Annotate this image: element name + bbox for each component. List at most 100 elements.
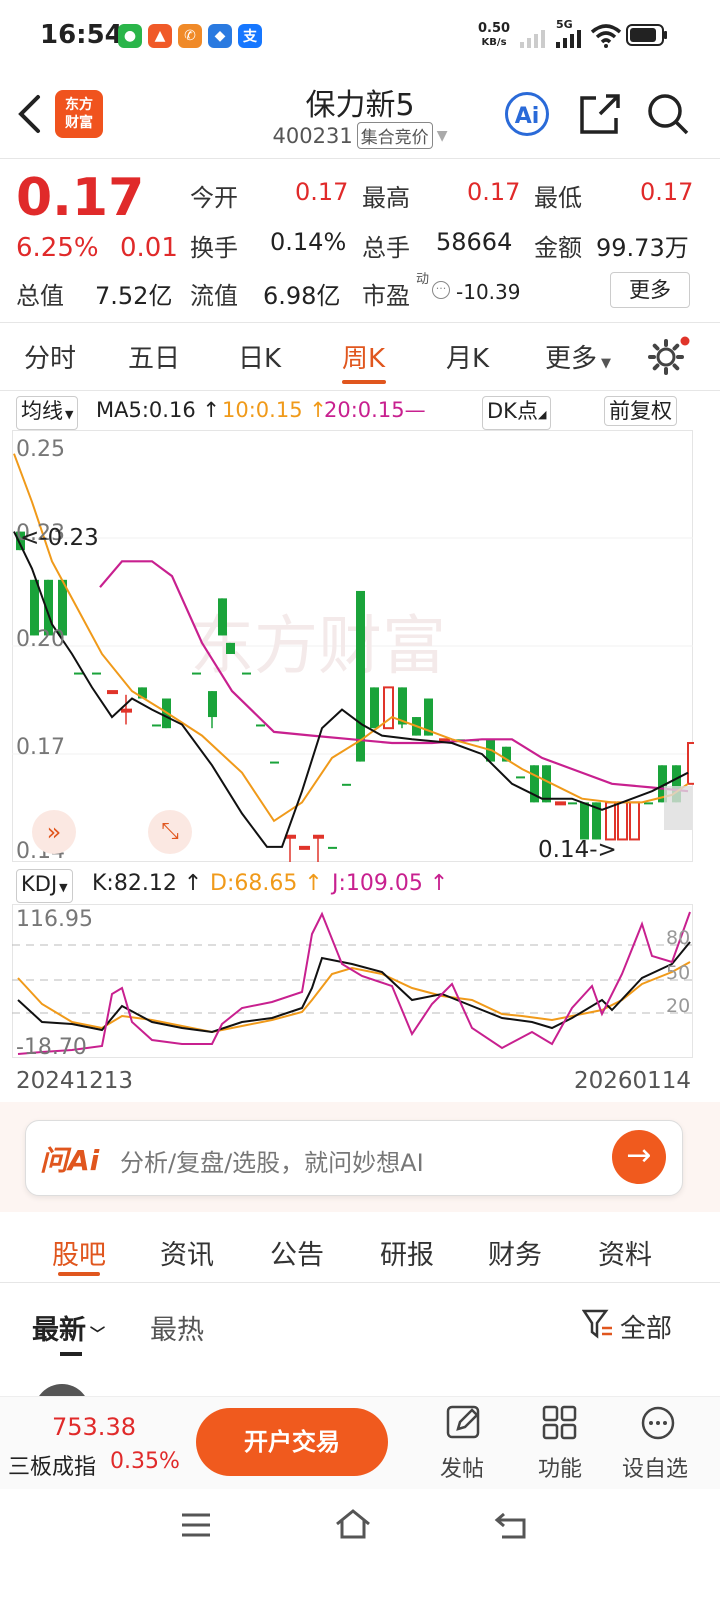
index-change: 0.35% <box>110 1449 180 1474</box>
ma5-value: MA5:0.16 ↑ <box>96 398 220 422</box>
network-speed: 0.50 KB/s <box>478 21 511 49</box>
low-label: 最低 <box>534 184 582 212</box>
candle <box>617 801 628 841</box>
eastmoney-logo[interactable]: 东方 财富 <box>55 90 103 138</box>
battery-icon <box>626 24 667 46</box>
trade-toolbar: 753.38 三板成指 0.35% 开户交易 发帖 功能 设自选 <box>0 1396 720 1489</box>
ai-send-arrow-icon[interactable]: → <box>612 1130 666 1184</box>
alipay-icon: 支 <box>238 24 262 48</box>
kdj-j-value: J:109.05 ↑ <box>332 871 449 896</box>
auction-tag: 集合竞价 <box>356 122 433 149</box>
wifi-icon <box>590 24 622 48</box>
filter-all[interactable]: 全部 <box>620 1308 672 1345</box>
fullscreen-icon[interactable]: ⤡ <box>148 810 192 854</box>
candle <box>342 783 351 786</box>
settings-gear-icon[interactable] <box>646 336 690 376</box>
kdj-j-line <box>17 911 691 1055</box>
dropdown-caret-icon: ▼ <box>59 881 68 894</box>
kdj-label-50: 50 <box>666 962 690 984</box>
tab-five-day[interactable]: 五日 <box>128 338 180 375</box>
tab-daily-k[interactable]: 日K <box>238 338 281 375</box>
kline-chart[interactable]: 东方财富 0.25 0.23 0.20 0.17 0.14 <-0.23 0.1… <box>12 430 694 862</box>
candle <box>644 802 653 805</box>
phone-app-icon: ✆ <box>178 24 202 48</box>
candle <box>226 642 235 654</box>
sort-latest[interactable]: 最新 ﹀ <box>32 1308 105 1347</box>
candle <box>555 801 566 806</box>
more-dots-icon[interactable] <box>640 1405 676 1441</box>
candle <box>107 690 118 695</box>
candle <box>629 801 640 841</box>
kdj-chart[interactable]: 116.95 -18.70 80 50 20 <box>12 904 694 1058</box>
share-icon[interactable] <box>578 92 622 136</box>
adjust-toggle[interactable]: 前复权 <box>604 396 677 426</box>
dropdown-caret-icon: ▼ <box>601 356 612 371</box>
dropdown-caret-icon: ▼ <box>65 408 74 421</box>
dropdown-caret-icon: ▼ <box>436 127 448 144</box>
forum-tab-indicator <box>58 1272 100 1276</box>
tab-news[interactable]: 资讯 <box>160 1233 214 1272</box>
ai-query-box[interactable]: 问Ai 分析/复盘/选股，就问妙想AI → <box>25 1120 683 1196</box>
kdj-label-80: 80 <box>666 927 690 949</box>
tab-finance[interactable]: 财务 <box>488 1233 542 1272</box>
candle <box>74 672 83 675</box>
market-cap-value: 7.52亿 <box>95 282 173 310</box>
stock-code-row[interactable]: 400231 集合竞价 ▼ <box>200 122 520 149</box>
kdj-d-value: D:68.65 ↑ <box>210 871 323 896</box>
bottom-tabs-divider <box>0 1282 720 1283</box>
tab-forum[interactable]: 股吧 <box>52 1233 106 1272</box>
turnover-value: 0.14% <box>270 228 347 256</box>
low-marker: 0.14-> <box>538 837 617 862</box>
more-quote-button[interactable]: 更多 <box>610 272 690 308</box>
tabs-divider <box>0 390 720 391</box>
change-percent: 6.25% <box>16 233 99 263</box>
current-price: 0.17 <box>16 168 145 228</box>
candle <box>192 672 201 675</box>
functions-grid-icon[interactable] <box>542 1405 578 1441</box>
info-dots-icon[interactable]: ··· <box>432 281 450 299</box>
candle <box>92 672 101 675</box>
change-value: 0.01 <box>120 233 178 263</box>
candle <box>542 765 551 803</box>
back-arrow-icon[interactable] <box>16 94 42 134</box>
pe-label: 市盈 <box>362 282 410 310</box>
tab-weekly-k[interactable]: 周K <box>342 338 385 375</box>
low-value: 0.17 <box>640 178 694 206</box>
tab-intraday[interactable]: 分时 <box>24 338 76 375</box>
kdj-bottom: -18.70 <box>16 1035 87 1058</box>
candles-group <box>16 531 694 862</box>
expand-left-icon[interactable]: » <box>32 810 76 854</box>
ai-assistant-button[interactable]: Ai <box>505 92 549 136</box>
post-edit-icon[interactable] <box>446 1405 482 1441</box>
add-watchlist-label[interactable]: 设自选 <box>622 1451 688 1483</box>
tab-research[interactable]: 研报 <box>380 1233 434 1272</box>
last-candle-highlight <box>664 786 692 830</box>
status-bar: 16:54 ● ▲ ✆ ◆ 支 0.50 KB/s 5G <box>0 0 720 70</box>
functions-label[interactable]: 功能 <box>538 1451 582 1483</box>
back-nav-icon[interactable] <box>494 1510 528 1540</box>
dk-point-toggle[interactable]: DK点◢ <box>482 396 552 430</box>
sort-hot[interactable]: 最热 <box>150 1308 204 1347</box>
post-label[interactable]: 发帖 <box>440 1451 484 1483</box>
candle <box>580 802 589 840</box>
tab-more[interactable]: 更多 ▼ <box>545 338 611 375</box>
float-cap-label: 流值 <box>190 282 238 310</box>
tab-profile[interactable]: 资料 <box>598 1233 652 1272</box>
tab-monthly-k[interactable]: 月K <box>446 338 489 375</box>
turnover-label: 换手 <box>190 234 238 262</box>
menu-nav-icon[interactable] <box>180 1512 212 1538</box>
search-icon[interactable] <box>646 92 690 136</box>
trade-button[interactable]: 开户交易 <box>196 1408 388 1476</box>
home-nav-icon[interactable] <box>334 1508 372 1540</box>
ma10-value: 10:0.15 ↑ <box>222 398 327 422</box>
filter-icon[interactable] <box>582 1308 614 1340</box>
browser-icon: ◆ <box>208 24 232 48</box>
sort-latest-indicator <box>60 1352 82 1356</box>
index-value: 753.38 <box>52 1413 136 1441</box>
candle <box>687 742 694 785</box>
ma-selector[interactable]: 均线 ▼ <box>16 396 79 430</box>
tab-announcements[interactable]: 公告 <box>270 1233 324 1272</box>
active-tab-indicator <box>342 380 386 384</box>
kdj-selector[interactable]: KDJ ▼ <box>16 869 73 903</box>
stock-header: 东方 财富 保力新5 400231 集合竞价 ▼ Ai <box>0 70 720 160</box>
